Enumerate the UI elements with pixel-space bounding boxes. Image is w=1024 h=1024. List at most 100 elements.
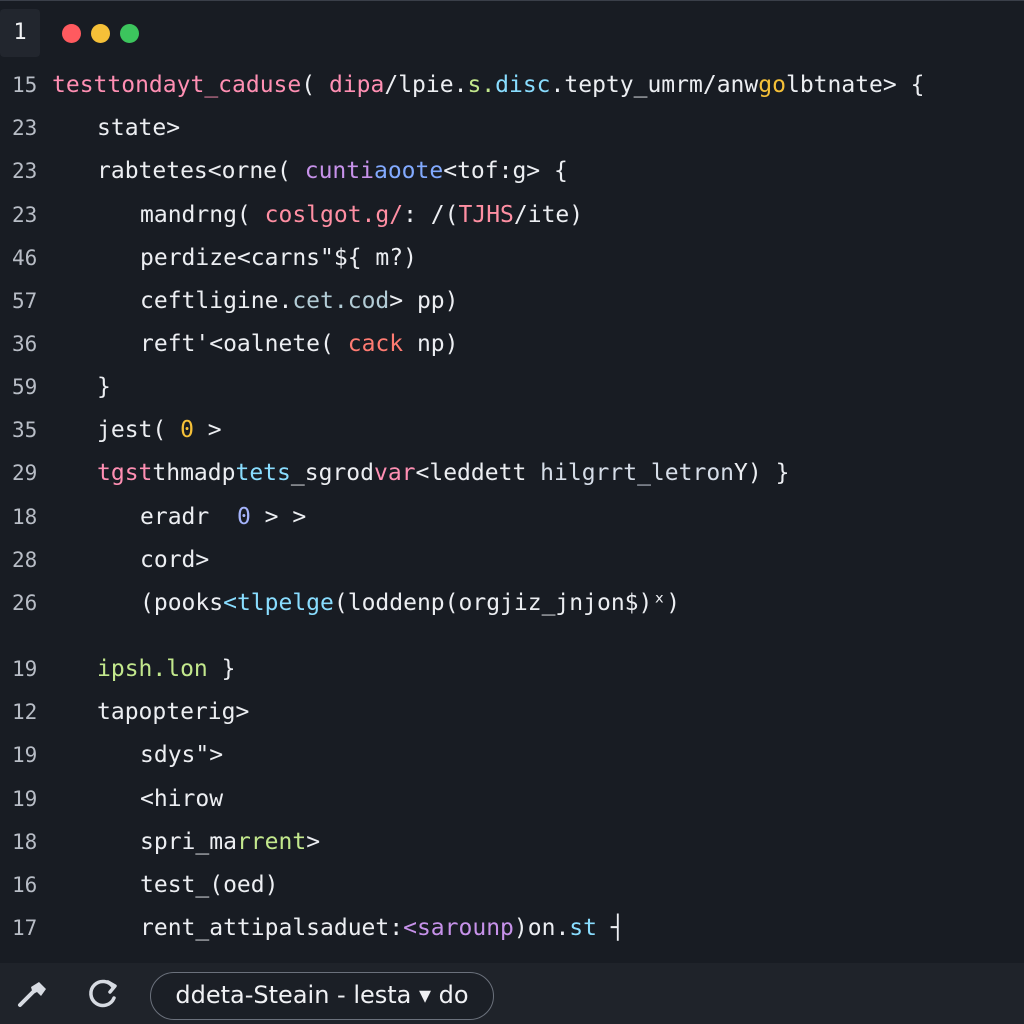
code-token: disc: [495, 72, 551, 98]
line-number: 19: [12, 657, 38, 681]
code-token: <saro: [403, 915, 473, 941]
code-token: rrent: [236, 829, 307, 855]
line-number: 36: [12, 332, 38, 356]
close-window-button[interactable]: [62, 24, 81, 43]
code-token: test_(oed): [140, 872, 279, 898]
code-line[interactable]: 35 jest( 0 >: [0, 410, 1024, 450]
line-number: 19: [12, 743, 38, 767]
code-token: >: [193, 417, 222, 443]
code-text: reft'<oalnete( cack np): [140, 324, 459, 364]
code-token: dipa: [328, 72, 385, 98]
code-text: tgstthmadptets_sgrodvar<leddett hilgrrt_…: [97, 453, 789, 493]
code-text: ceftligine.cet.cod> pp): [140, 281, 459, 321]
code-editor[interactable]: 15 testtondayt_caduse( dipa/lpie.s.disc.t…: [0, 65, 1024, 963]
code-text: jest( 0 >: [97, 410, 222, 450]
code-line[interactable]: 18 spri_marrent>: [0, 822, 1024, 862]
code-token: eradr: [140, 504, 237, 530]
code-line[interactable]: 36 reft'<oalnete( cack np): [0, 324, 1024, 364]
code-token: st: [569, 915, 597, 941]
code-text: test_(oed): [140, 865, 278, 905]
code-token: ceftligine.: [140, 288, 293, 314]
refresh-icon[interactable]: [86, 977, 120, 1011]
code-token: )on.: [513, 915, 570, 941]
code-token: cet.cod: [292, 288, 390, 314]
code-token: <ledd: [415, 460, 485, 486]
code-text: cord>: [140, 540, 209, 580]
code-token: TJHS: [458, 202, 514, 228]
line-number: 23: [12, 159, 38, 183]
code-token: m/anw: [689, 72, 759, 98]
code-token: ˣ): [652, 590, 681, 616]
code-text: rent_attipalsaduet:<sarounp)on.st ┤: [140, 908, 625, 948]
code-text: sdys">: [140, 735, 223, 775]
line-number: 29: [12, 461, 38, 485]
code-token: tapopterig>: [97, 699, 250, 725]
code-token: var: [373, 460, 416, 486]
code-token: state>: [97, 115, 181, 141]
code-token: cack: [347, 331, 404, 357]
code-line[interactable]: 18 eradr 0 > >: [0, 497, 1024, 537]
code-line[interactable]: 29 tgstthmadptets_sgrodvar<leddett hilgrr…: [0, 453, 1024, 493]
code-line[interactable]: 23 mandrng( coslgot.g/: /(TJHS/ite): [0, 195, 1024, 235]
code-token: ipsh.lon: [97, 656, 208, 682]
code-line[interactable]: 28 cord>: [0, 540, 1024, 580]
code-token: s.: [467, 72, 496, 98]
code-line[interactable]: 23 state>: [0, 108, 1024, 148]
code-line[interactable]: 19 ipsh.lon }: [0, 649, 1024, 689]
code-line[interactable]: 19 sdys">: [0, 735, 1024, 775]
code-token: }: [207, 656, 236, 682]
code-token: <tlpelge: [223, 590, 334, 616]
line-number: 28: [12, 548, 38, 572]
line-number: 17: [12, 916, 38, 940]
minimize-window-button[interactable]: [91, 24, 110, 43]
code-line[interactable]: 26 (pooks<tlpelge(loddenp(orgjiz_jnjon$)ˣ…: [0, 583, 1024, 623]
code-text: (pooks<tlpelge(loddenp(orgjiz_jnjon$)ˣ): [140, 583, 680, 623]
code-line[interactable]: 17 rent_attipalsaduet:<sarounp)on.st ┤: [0, 908, 1024, 948]
code-line[interactable]: 12 tapopterig>: [0, 692, 1024, 732]
code-token: Y) }: [734, 460, 790, 486]
code-token: tets: [235, 460, 291, 486]
code-line[interactable]: 46 perdize<carns"${ m?): [0, 238, 1024, 278]
hammer-icon[interactable]: [16, 977, 50, 1011]
code-token: perdize<carns"${ m?): [140, 245, 417, 271]
code-line[interactable]: 59}: [0, 367, 1024, 407]
maximize-window-button[interactable]: [120, 24, 139, 43]
code-line[interactable]: 23 rabtetes<orne( cuntiaoote<tof:g> {: [0, 151, 1024, 191]
code-token: <hirow: [140, 786, 224, 812]
code-line[interactable]: 19 <hirow: [0, 779, 1024, 819]
branch-selector[interactable]: ddeta-Steain - lesta ▾ do: [150, 972, 494, 1020]
line-number: 19: [12, 787, 38, 811]
code-token: mandrng(: [140, 202, 265, 228]
code-token: 0: [236, 504, 251, 530]
code-token: .tepty_umr: [550, 72, 690, 98]
editor-window: 1 15 testtondayt_caduse( dipa/lpie.s.disc…: [0, 0, 1024, 1024]
line-number: 12: [12, 700, 38, 724]
code-token: _sgrod: [290, 460, 374, 486]
line-number: 15: [12, 73, 38, 97]
code-line[interactable]: 16 test_(oed): [0, 865, 1024, 905]
code-token: reft'<oalnete(: [140, 331, 348, 357]
line-number: 18: [12, 505, 38, 529]
code-token: cord>: [140, 547, 210, 573]
line-number: 23: [12, 203, 38, 227]
code-token: 0: [180, 417, 194, 443]
code-token: (: [301, 72, 329, 98]
code-line[interactable]: 15 testtondayt_caduse( dipa/lpie.s.disc.t…: [0, 65, 1024, 105]
code-token: jest(: [97, 417, 181, 443]
line-number: 35: [12, 418, 38, 442]
code-text: <hirow: [140, 779, 223, 819]
code-token: /ite): [513, 202, 584, 228]
code-text: perdize<carns"${ m?): [140, 238, 417, 278]
code-token: > >: [250, 504, 307, 530]
code-token: hilgrrt_letron: [540, 460, 735, 486]
code-token: (pooks: [140, 590, 224, 616]
tab-number[interactable]: 1: [0, 9, 40, 57]
code-text: ipsh.lon }: [97, 649, 235, 689]
line-number: 16: [12, 873, 38, 897]
line-number: 46: [12, 246, 38, 270]
code-token: spri_ma: [140, 829, 237, 855]
code-token: rent_attipalsaduet:: [140, 915, 404, 941]
code-line[interactable]: 57 ceftligine.cet.cod> pp): [0, 281, 1024, 321]
title-bar: 1: [0, 1, 1024, 65]
code-token: (loddenp(orgjiz_jnjon$): [333, 590, 653, 616]
